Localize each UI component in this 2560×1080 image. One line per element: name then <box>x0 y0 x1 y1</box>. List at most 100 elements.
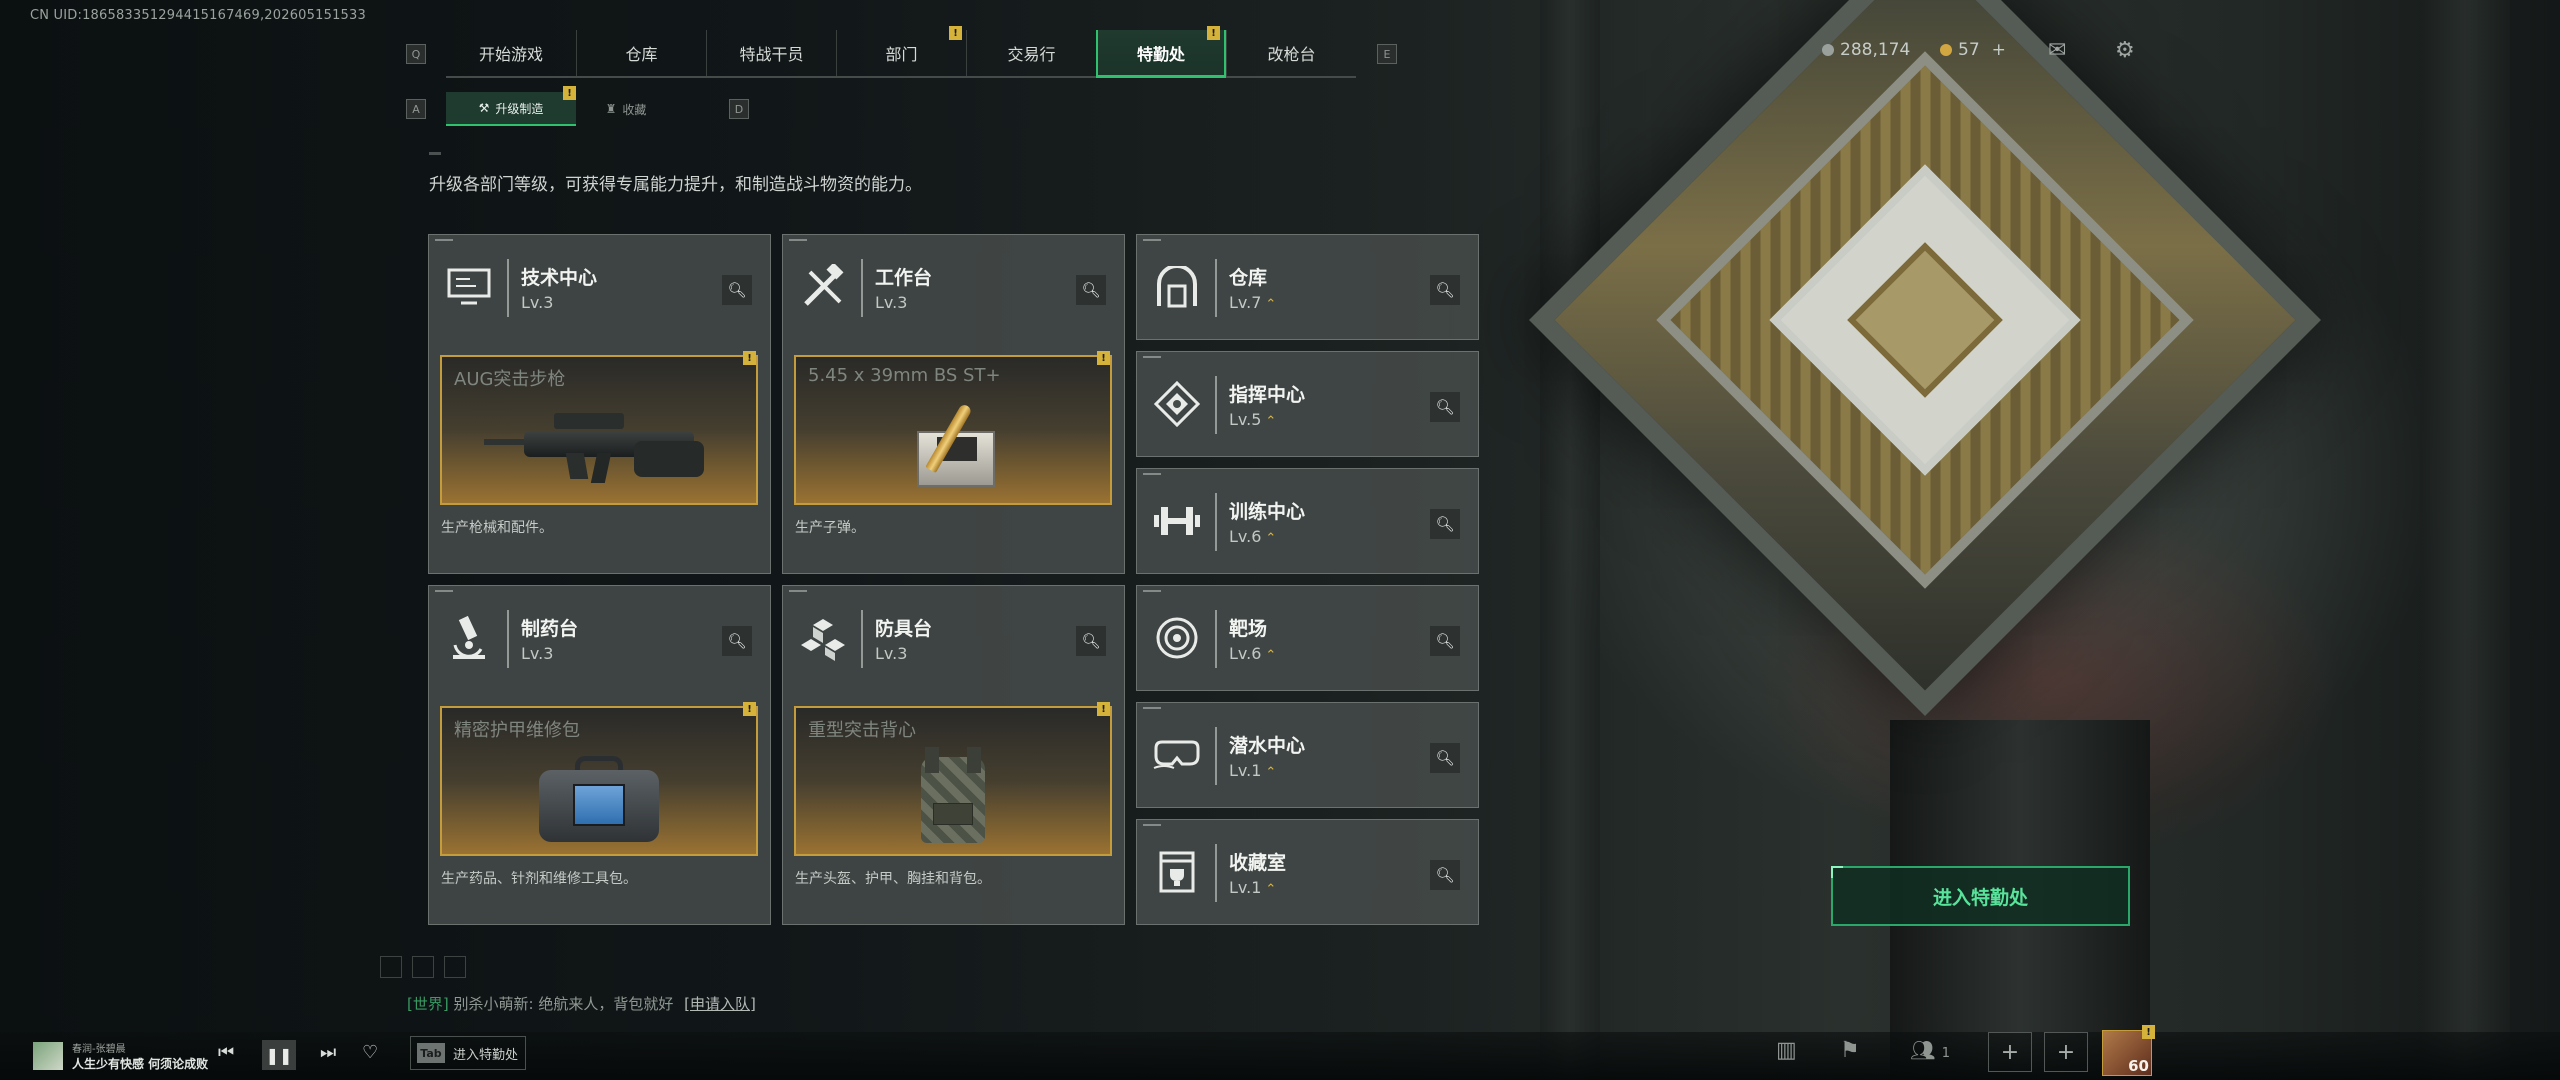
bottom-bar <box>0 1032 2560 1080</box>
upgrade-arrow-icon: ⌃ <box>1265 765 1277 780</box>
craft-item-name: 精密护甲维修包 <box>454 720 580 741</box>
join-team-link[interactable]: [申请入队] <box>684 995 756 1013</box>
ammo-box-image <box>796 397 1110 495</box>
team-members[interactable]: 👥︎ 1 <box>1910 1038 1950 1062</box>
craft-description: 生产枪械和配件。 <box>441 520 553 536</box>
facility-card-workbench[interactable]: 工作台 Lv.3 🔍︎ ! 5.45 x 39mm BS ST+ 生产子弹。 <box>782 234 1125 574</box>
facility-card-training-center[interactable]: 训练中心 Lv.6 ⌃ 🔍︎ <box>1136 468 1479 574</box>
special-ops-cube <box>1529 0 2321 716</box>
currency-display: 288,174 <box>1822 40 1910 60</box>
search-button[interactable]: 🔍︎ <box>722 626 752 656</box>
facility-name: 训练中心 <box>1229 501 1306 523</box>
facility-card-pharmacy[interactable]: 制药台 Lv.3 🔍︎ ! 精密护甲维修包 生产药品、针剂和维修工具包。 <box>428 585 771 925</box>
search-button[interactable]: 🔍︎ <box>1430 509 1460 539</box>
coin-icon <box>1940 44 1952 56</box>
search-icon: 🔍︎ <box>727 632 747 650</box>
facility-name: 防具台 <box>875 618 933 640</box>
chat-settings-icon[interactable] <box>444 956 466 978</box>
tab-start-game[interactable]: 开始游戏 <box>446 30 576 76</box>
nav-next-key[interactable]: E <box>1377 44 1397 64</box>
craft-item-slot[interactable]: ! 精密护甲维修包 <box>440 702 758 856</box>
facility-name: 指挥中心 <box>1229 384 1306 406</box>
divider <box>429 152 441 155</box>
main-nav: 开始游戏 仓库 特战干员 部门! 交易行 特勤处! 改枪台 <box>446 26 1356 78</box>
tab-trading[interactable]: 交易行 <box>966 30 1096 76</box>
search-button[interactable]: 🔍︎ <box>1430 860 1460 890</box>
facility-level: Lv.3 <box>875 293 908 312</box>
facility-name: 潜水中心 <box>1229 735 1306 757</box>
facility-card-command-center[interactable]: 指挥中心 Lv.5 ⌃ 🔍︎ <box>1136 351 1479 457</box>
cubes-icon <box>797 612 849 664</box>
tab-warehouse[interactable]: 仓库 <box>576 30 706 76</box>
facility-card-armor-bench[interactable]: 防具台 Lv.3 🔍︎ ! 重型突击背心 生产头盔、护甲、胸挂和背包。 <box>782 585 1125 925</box>
facility-card-warehouse[interactable]: 仓库 Lv.7 ⌃ 🔍︎ <box>1136 234 1479 340</box>
craft-item-slot[interactable]: ! 重型突击背心 <box>794 702 1112 856</box>
search-button[interactable]: 🔍︎ <box>1430 743 1460 773</box>
facility-card-diving-center[interactable]: 潜水中心 Lv.1 ⌃ 🔍︎ <box>1136 702 1479 808</box>
craft-item-slot[interactable]: ! AUG突击步枪 <box>440 351 758 505</box>
chat-toolbar <box>380 956 466 978</box>
vest-image <box>796 747 1110 846</box>
player-level: 60 <box>2128 1057 2149 1075</box>
facility-card-collection-room[interactable]: 收藏室 Lv.1 ⌃ 🔍︎ <box>1136 819 1479 925</box>
search-icon: 🔍︎ <box>1081 632 1101 650</box>
chat-user[interactable]: 别杀小萌新: <box>454 995 534 1013</box>
tab-operators[interactable]: 特战干员 <box>706 30 836 76</box>
target-icon <box>1151 612 1203 664</box>
search-button[interactable]: 🔍︎ <box>1076 275 1106 305</box>
coin-display[interactable]: 57 + <box>1940 40 2006 60</box>
gear-icon[interactable]: ⚙ <box>2115 38 2135 63</box>
enter-special-ops-button[interactable]: 进入特勤处 <box>1831 866 2130 926</box>
mail-icon[interactable]: ✉ <box>2048 38 2066 63</box>
album-cover <box>33 1042 63 1070</box>
search-icon: 🔍︎ <box>1435 632 1455 650</box>
tab-special-ops[interactable]: 特勤处! <box>1096 26 1226 78</box>
heart-icon[interactable]: ♡ <box>362 1042 378 1063</box>
trophy-icon: ♜ <box>605 102 617 116</box>
add-friend-button[interactable]: + <box>2044 1032 2088 1072</box>
tab-gunsmith[interactable]: 改枪台 <box>1226 30 1356 76</box>
search-button[interactable]: 🔍︎ <box>722 275 752 305</box>
chat-expand-icon[interactable] <box>412 956 434 978</box>
notification-badge: ! <box>743 702 756 716</box>
add-teammate-button[interactable]: + <box>1988 1032 2032 1072</box>
nav-prev-key[interactable]: Q <box>406 44 426 64</box>
previous-track-icon[interactable]: ⏮ <box>218 1042 234 1063</box>
flag-icon[interactable]: ⚑ <box>1840 1038 1860 1063</box>
subtab-upgrade-craft[interactable]: ⚒ 升级制造 ! <box>446 86 576 126</box>
chat-text: 绝航来人，背包就好 <box>538 995 674 1013</box>
stats-icon[interactable]: ▥ <box>1776 1038 1797 1063</box>
search-button[interactable]: 🔍︎ <box>1430 392 1460 422</box>
facility-level: Lv.3 <box>521 644 554 663</box>
tab-department[interactable]: 部门! <box>836 26 966 76</box>
tab-shortcut-hint[interactable]: Tab 进入特勤处 <box>410 1036 526 1070</box>
subtab-collection[interactable]: ♜ 收藏 <box>576 92 676 126</box>
facility-card-shooting-range[interactable]: 靶场 Lv.6 ⌃ 🔍︎ <box>1136 585 1479 691</box>
search-button[interactable]: 🔍︎ <box>1076 626 1106 656</box>
command-icon <box>1151 378 1203 430</box>
search-icon: 🔍︎ <box>1435 281 1455 299</box>
subnav-prev-key[interactable]: A <box>406 99 426 119</box>
chat-channel-icon[interactable] <box>380 956 402 978</box>
facility-name: 仓库 <box>1229 267 1268 289</box>
search-button[interactable]: 🔍︎ <box>1430 275 1460 305</box>
craft-item-name: 5.45 x 39mm BS ST+ <box>808 365 1001 386</box>
upgrade-arrow-icon: ⌃ <box>1265 414 1277 429</box>
craft-item-slot[interactable]: ! 5.45 x 39mm BS ST+ <box>794 351 1112 505</box>
craft-description: 生产药品、针剂和维修工具包。 <box>441 871 637 887</box>
team-icon: 👥︎ <box>1910 1038 1936 1062</box>
player-avatar[interactable]: ! 60 <box>2102 1025 2155 1076</box>
chat-channel: [世界] <box>407 995 449 1013</box>
search-button[interactable]: 🔍︎ <box>1430 626 1460 656</box>
monitor-icon <box>443 261 495 313</box>
wrench-icon: ⚒ <box>478 101 490 115</box>
subnav-next-key[interactable]: D <box>729 99 749 119</box>
facility-level: Lv.7 ⌃ <box>1229 293 1277 312</box>
next-track-icon[interactable]: ⏭ <box>320 1042 336 1063</box>
repair-kit-image <box>442 748 756 846</box>
song-artist: 春润-张碧晨 <box>72 1044 126 1055</box>
facility-card-tech-center[interactable]: 技术中心 Lv.3 🔍︎ ! AUG突击步枪 生产枪械和配件。 <box>428 234 771 574</box>
search-icon: 🔍︎ <box>1081 281 1101 299</box>
uid-text: CN UID:18658335129441516746­9,2026051515… <box>30 8 366 23</box>
pause-button[interactable]: ❚❚ <box>262 1040 296 1070</box>
